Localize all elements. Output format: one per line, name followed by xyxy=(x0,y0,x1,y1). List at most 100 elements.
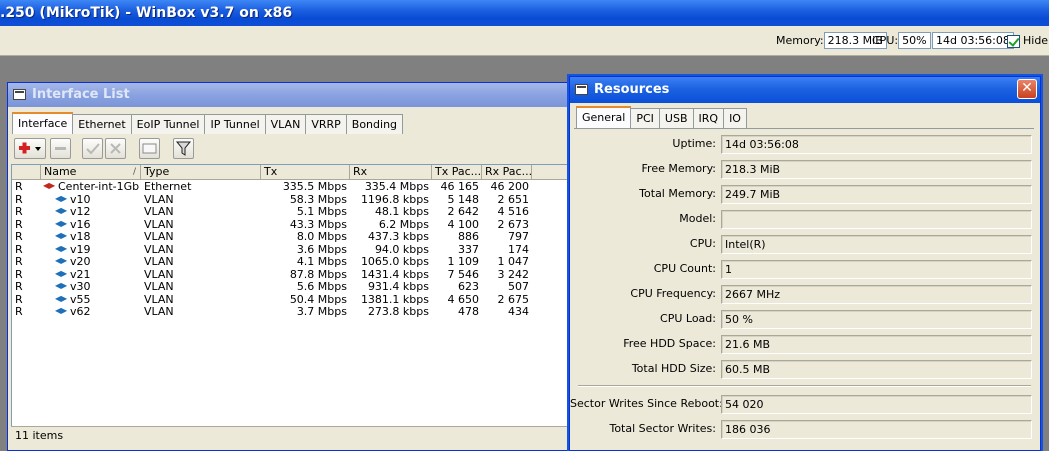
row-type: VLAN xyxy=(144,206,174,218)
table-row[interactable]: R Center-int-1Gb Ethernet 335.5 Mbps 335.4 M… xyxy=(12,181,532,193)
row-rx: 1431.4 kbps xyxy=(360,268,429,281)
field-value[interactable]: 249.7 MiB xyxy=(721,185,1032,204)
row-rx: 931.4 kbps xyxy=(367,281,429,293)
table-row[interactable]: Rv12 VLAN 5.1 Mbps 48.1 kbps 2 642 4 516 xyxy=(12,206,532,218)
disable-button[interactable] xyxy=(105,138,126,159)
table-row[interactable]: Rv55 VLAN 50.4 Mbps 1381.1 kbps 4 650 2 675 xyxy=(12,294,532,306)
row-tx-packets: 46 165 xyxy=(440,181,480,193)
column-name[interactable]: Name / xyxy=(41,165,141,180)
table-row[interactable]: Rv62 VLAN 3.7 Mbps 273.8 kbps 478 434 xyxy=(12,306,532,318)
row-tx-packets: 4 650 xyxy=(447,293,480,306)
row-type: VLAN xyxy=(144,243,174,256)
tab-vrrp[interactable]: VRRP xyxy=(305,114,347,134)
row-type: VLAN xyxy=(144,268,174,281)
field-value[interactable]: 21.6 MB xyxy=(721,335,1032,354)
row-tx-packets: 2 642 xyxy=(447,206,480,218)
table-row[interactable]: Rv21 VLAN 87.8 Mbps 1431.4 kbps 7 546 3 242 xyxy=(12,269,532,281)
vlan-icon xyxy=(55,194,69,205)
plus-icon xyxy=(19,142,41,154)
sector-label: Total Sector Writes: xyxy=(609,422,716,435)
row-rx: 1381.1 kbps xyxy=(360,293,429,306)
resources-titlebar[interactable]: Resources ✕ xyxy=(570,77,1040,103)
field-value[interactable]: 2667 MHz xyxy=(721,285,1032,304)
tab-ethernet[interactable]: Ethernet xyxy=(72,114,132,134)
column-type[interactable]: Type xyxy=(141,165,261,180)
row-rx: 6.2 Mbps xyxy=(378,218,429,231)
close-button[interactable]: ✕ xyxy=(1017,79,1037,99)
interface-list-titlebar[interactable]: Interface List xyxy=(8,83,596,107)
row-name-text: v16 xyxy=(70,218,91,231)
table-row[interactable]: Rv10 VLAN 58.3 Mbps 1196.8 kbps 5 148 2 651 xyxy=(12,194,532,206)
row-type: VLAN xyxy=(144,193,174,206)
table-row[interactable]: Rv16 VLAN 43.3 Mbps 6.2 Mbps 4 100 2 673 xyxy=(12,219,532,231)
add-button[interactable] xyxy=(14,138,46,159)
tab-general[interactable]: General xyxy=(576,106,632,128)
row-rx: 335.4 Mbps xyxy=(364,181,429,193)
row-name: v55 xyxy=(41,294,141,306)
row-rx-packets: 2 651 xyxy=(497,193,530,206)
field-value[interactable]: 14d 03:56:08 xyxy=(721,135,1032,154)
row-rx-packets: 2 673 xyxy=(497,218,530,231)
row-tx: 3.6 Mbps xyxy=(296,243,347,256)
tab-interface[interactable]: Interface xyxy=(12,112,74,134)
field-label: CPU Frequency: xyxy=(630,287,716,300)
field-value[interactable]: Intel(R) xyxy=(721,235,1032,254)
column-rx-packets[interactable]: Rx Pac... xyxy=(482,165,532,180)
vlan-icon xyxy=(55,269,69,280)
hide-toggle[interactable]: Hide xyxy=(1007,32,1048,49)
tab-pci[interactable]: PCI xyxy=(630,108,660,128)
check-icon xyxy=(86,143,100,155)
row-tx-packets: 478 xyxy=(458,306,479,318)
tab-ip-tunnel[interactable]: IP Tunnel xyxy=(204,114,266,134)
filter-button[interactable] xyxy=(173,138,194,159)
vlan-icon xyxy=(55,219,69,230)
row-rx-packets: 4 516 xyxy=(497,206,530,218)
hide-checkbox[interactable] xyxy=(1007,34,1020,48)
column-tx[interactable]: Tx xyxy=(261,165,350,180)
row-tx: 335.5 Mbps xyxy=(282,181,347,193)
tab-bonding[interactable]: Bonding xyxy=(345,114,404,134)
column-rx[interactable]: Rx xyxy=(350,165,432,180)
table-row[interactable]: Rv18 VLAN 8.0 Mbps 437.3 kbps 886 797 xyxy=(12,231,532,243)
table-row[interactable]: Rv20 VLAN 4.1 Mbps 1065.0 kbps 1 109 1 047 xyxy=(12,256,532,268)
row-rx-packets: 2 675 xyxy=(497,293,530,306)
row-flag: R xyxy=(15,256,23,268)
field-value[interactable]: 1 xyxy=(721,260,1032,279)
row-tx: 43.3 Mbps xyxy=(289,218,347,231)
memory-label: Memory: xyxy=(776,34,824,47)
row-tx-packets: 886 xyxy=(458,231,479,243)
row-type: VLAN xyxy=(144,256,174,268)
field-label: CPU: xyxy=(689,237,716,250)
field-value[interactable]: 60.5 MB xyxy=(721,360,1032,379)
tab-usb[interactable]: USB xyxy=(658,108,694,128)
table-row[interactable]: Rv30 VLAN 5.6 Mbps 931.4 kbps 623 507 xyxy=(12,281,532,293)
table-row[interactable]: Rv19 VLAN 3.6 Mbps 94.0 kbps 337 174 xyxy=(12,244,532,256)
row-tx-packets: 5 148 xyxy=(447,193,480,206)
sort-icon: / xyxy=(132,167,136,177)
tab-eoip-tunnel[interactable]: EoIP Tunnel xyxy=(130,114,206,134)
column-tx-packets[interactable]: Tx Pac... xyxy=(432,165,482,180)
field-value[interactable] xyxy=(721,210,1032,229)
row-flag: R xyxy=(15,268,23,281)
remove-button[interactable] xyxy=(50,138,71,159)
vlan-icon xyxy=(55,206,69,217)
row-type: VLAN xyxy=(144,306,174,318)
row-name-text: v12 xyxy=(70,206,91,218)
vlan-icon xyxy=(55,244,69,255)
ethernet-icon xyxy=(43,181,57,192)
sector-value[interactable]: 54 020 xyxy=(721,395,1032,414)
comment-button[interactable] xyxy=(139,138,160,159)
field-label: Uptime: xyxy=(672,137,716,150)
tab-irq[interactable]: IRQ xyxy=(692,108,725,128)
row-rx-packets: 1 047 xyxy=(497,256,530,268)
column-flag[interactable] xyxy=(12,165,41,180)
close-icon: ✕ xyxy=(1021,80,1033,96)
tab-io[interactable]: IO xyxy=(723,108,747,128)
row-name: v10 xyxy=(41,194,141,206)
field-value[interactable]: 218.3 MiB xyxy=(721,160,1032,179)
app-title-bar[interactable]: .250 (MikroTik) - WinBox v3.7 on x86 xyxy=(0,0,1049,26)
field-value[interactable]: 50 % xyxy=(721,310,1032,329)
tab-vlan[interactable]: VLAN xyxy=(264,114,307,134)
enable-button[interactable] xyxy=(82,138,103,159)
sector-value[interactable]: 186 036 xyxy=(721,420,1032,439)
